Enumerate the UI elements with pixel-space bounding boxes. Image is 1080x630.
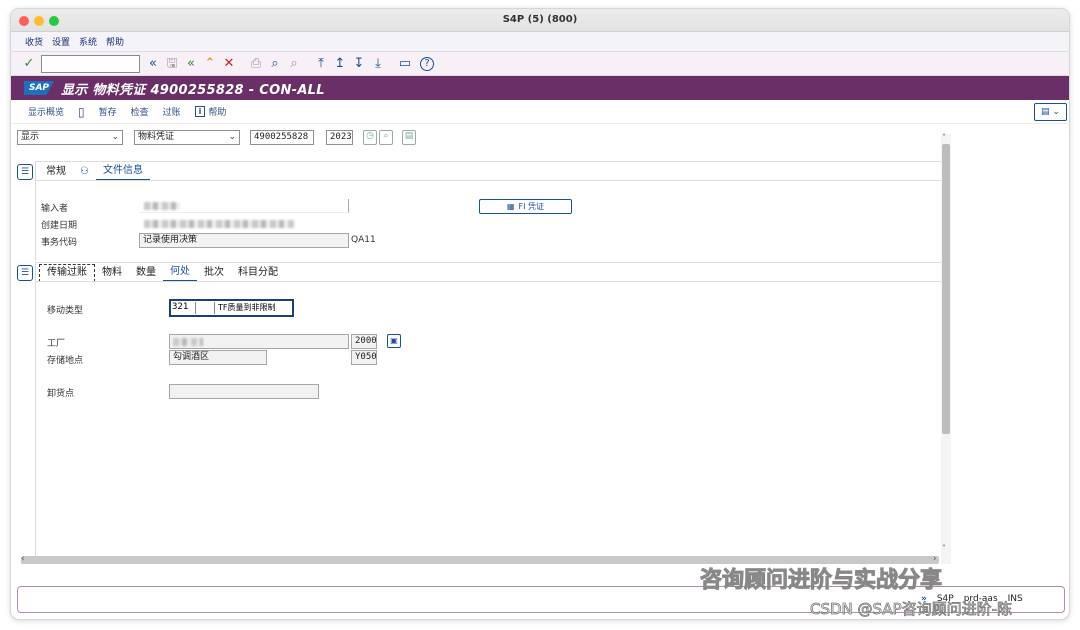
- sloc-name-field: 勾调酒区: [169, 350, 267, 365]
- tab-batch[interactable]: 批次: [197, 265, 231, 281]
- system-toolbar: ✓ « 🖫 « ⌃ ✕ ⎙ ⌕ ⌕ ⤒ ↥ ↧ ⤓ ▭ ?: [11, 52, 1069, 76]
- header-tabstrip: 常规 ⚇ 文件信息: [39, 163, 150, 181]
- chevron-down-icon: ⌄: [111, 132, 119, 142]
- tcode-value: QA11: [351, 235, 376, 245]
- sap-logo: SAP: [24, 81, 54, 95]
- tab-general[interactable]: 常规: [39, 164, 73, 180]
- tab-doc-info[interactable]: 文件信息: [95, 163, 150, 181]
- vertical-scroll-thumb[interactable]: [942, 144, 950, 434]
- page-title: 显示 物料凭证 4900255828 - CON-ALL: [61, 82, 325, 98]
- menu-bar: 收货 设置 系统 帮助: [11, 32, 1069, 52]
- hold-button[interactable]: 暂存: [92, 105, 124, 118]
- back-icon[interactable]: «: [183, 56, 199, 72]
- unloading-point-field[interactable]: [169, 384, 319, 399]
- new-doc-icon[interactable]: ▯: [71, 105, 92, 119]
- enter-check-icon[interactable]: ✓: [21, 56, 37, 72]
- command-field[interactable]: [41, 54, 140, 73]
- sloc-code-field: Y050: [351, 350, 377, 365]
- last-page-icon[interactable]: ⤓: [370, 56, 386, 72]
- doc-type-select[interactable]: 物料凭证 ⌄: [134, 130, 240, 145]
- plant-code-field: 2000: [351, 334, 377, 349]
- year-field[interactable]: 2023: [326, 130, 353, 145]
- sloc-label: 存储地点: [47, 356, 84, 366]
- watermark-title: 咨询顾问进阶与实战分享: [699, 568, 943, 594]
- item-tab-divider: [36, 281, 941, 282]
- movement-type-box: 321 TF质量到非限制: [169, 299, 294, 317]
- previous-page-icon[interactable]: ↥: [332, 56, 348, 72]
- sap-window: S4P (5) (800) 收货 设置 系统 帮助 ✓ « 🖫 « ⌃ ✕ ⎙ …: [10, 8, 1070, 620]
- command-history-icon[interactable]: «: [145, 56, 161, 72]
- menu-settings[interactable]: 设置: [52, 35, 70, 48]
- chevron-down-icon: ⌄: [228, 132, 236, 142]
- check-button[interactable]: 检查: [124, 105, 156, 118]
- item-tabstrip: 传输过账 物料 数量 何处 批次 科目分配: [39, 264, 285, 282]
- new-session-icon[interactable]: ▭: [397, 56, 413, 72]
- movement-type-field[interactable]: 321: [172, 302, 188, 312]
- help-icon[interactable]: ?: [420, 56, 434, 71]
- menu-help[interactable]: 帮助: [106, 35, 124, 48]
- collapse-header-icon[interactable]: ☰: [17, 164, 33, 180]
- action-select[interactable]: 显示 ⌄: [17, 130, 123, 145]
- menu-system[interactable]: 系统: [79, 35, 97, 48]
- tab-quantity[interactable]: 数量: [129, 265, 163, 281]
- window-titlebar: S4P (5) (800): [11, 9, 1069, 32]
- window-title: S4P (5) (800): [502, 14, 578, 25]
- help-button[interactable]: i 帮助: [188, 105, 234, 118]
- tab-transfer-posting[interactable]: 传输过账: [39, 264, 95, 282]
- doc-number-field[interactable]: 4900255828: [250, 130, 314, 145]
- screen-header: SAP 显示 物料凭证 4900255828 - CON-ALL: [11, 76, 1069, 100]
- plant-name-redacted: [173, 338, 203, 346]
- info-icon: i: [194, 106, 206, 117]
- execute-icon[interactable]: ◷: [363, 130, 377, 145]
- movement-desc: TF质量到非限制: [218, 303, 276, 312]
- tcode-label: 事务代码: [41, 238, 78, 248]
- fi-document-button-label: FI 凭证: [518, 202, 545, 211]
- movement-type-label: 移动类型: [47, 306, 84, 316]
- scroll-down-icon[interactable]: ˅: [942, 544, 946, 553]
- entered-by-label: 输入者: [41, 204, 69, 214]
- list-icon[interactable]: ▤: [402, 130, 416, 145]
- screen-menu-icon[interactable]: ▤ ⌄: [1034, 103, 1067, 121]
- save-icon[interactable]: 🖫: [164, 56, 180, 72]
- people-icon[interactable]: ⚇: [73, 164, 96, 180]
- tab-account-assignment[interactable]: 科目分配: [231, 265, 285, 281]
- search-icon[interactable]: ⌕: [379, 130, 393, 145]
- plant-label: 工厂: [47, 339, 66, 349]
- exit-icon[interactable]: ⌃: [202, 56, 218, 72]
- unloading-point-label: 卸货点: [47, 389, 75, 399]
- scroll-left-icon[interactable]: ‹: [21, 554, 25, 564]
- tab-divider: [36, 180, 941, 181]
- plant-address-icon[interactable]: ▣: [387, 334, 401, 348]
- document-icon: ▦: [506, 202, 515, 211]
- find-next-icon[interactable]: ⌕: [286, 56, 302, 72]
- special-stock-field[interactable]: [195, 302, 215, 314]
- cancel-icon[interactable]: ✕: [221, 56, 237, 72]
- created-on-label: 创建日期: [41, 221, 78, 231]
- scroll-up-icon[interactable]: ˄: [942, 133, 946, 142]
- post-button[interactable]: 过账: [156, 105, 188, 118]
- first-page-icon[interactable]: ⤒: [313, 56, 329, 72]
- find-icon[interactable]: ⌕: [267, 56, 283, 72]
- application-toolbar: 显示概览 ▯ 暂存 检查 过账 i 帮助 ▤ ⌄: [11, 100, 1069, 124]
- collapse-item-icon[interactable]: ☰: [17, 265, 33, 281]
- watermark-author: CSDN @SAP咨询顾问进阶-陈: [810, 600, 1013, 619]
- overview-button[interactable]: 显示概览: [21, 105, 71, 118]
- entered-by-redacted: [144, 202, 180, 210]
- tab-material[interactable]: 物料: [95, 265, 129, 281]
- help-button-label: 帮助: [208, 108, 227, 118]
- next-page-icon[interactable]: ↧: [351, 56, 367, 72]
- tab-where[interactable]: 何处: [163, 264, 197, 282]
- fi-document-button[interactable]: ▦ FI 凭证: [479, 199, 572, 214]
- print-icon[interactable]: ⎙: [248, 56, 264, 72]
- menu-receipt[interactable]: 收货: [25, 35, 43, 48]
- created-on-redacted: [144, 220, 294, 228]
- tcode-text-field: 记录使用决策: [139, 233, 349, 248]
